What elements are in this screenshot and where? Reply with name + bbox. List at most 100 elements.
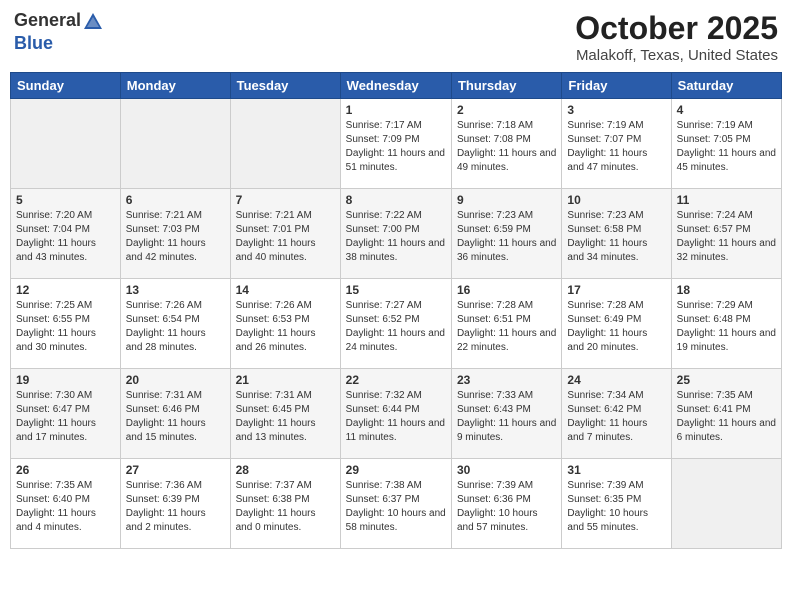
- weekday-header-monday: Monday: [120, 73, 230, 99]
- calendar-cell: 9Sunrise: 7:23 AMSunset: 6:59 PMDaylight…: [451, 189, 561, 279]
- week-row-3: 12Sunrise: 7:25 AMSunset: 6:55 PMDayligh…: [11, 279, 782, 369]
- day-number: 11: [677, 193, 776, 207]
- day-info: Sunrise: 7:37 AMSunset: 6:38 PMDaylight:…: [236, 479, 335, 535]
- calendar-cell: 13 Sunrise: 7:26 AMSunset: 6:54 PMDayligh…: [120, 279, 230, 369]
- day-info: Sunrise: 7:28 AMSunset: 6:51 PMDaylight:…: [457, 299, 556, 355]
- calendar-subtitle: Malakoff, Texas, United States: [575, 47, 778, 64]
- calendar-cell: 23 Sunrise: 7:33 AMSunset: 6:43 PMDayligh…: [451, 369, 561, 459]
- weekday-header-wednesday: Wednesday: [340, 73, 451, 99]
- day-info: Sunrise: 7:23 AMSunset: 6:58 PMDaylight:…: [567, 209, 665, 265]
- day-number: 8: [346, 193, 446, 207]
- day-info: Sunrise: 7:36 AMSunset: 6:39 PMDaylight:…: [126, 479, 225, 535]
- calendar-cell: 29Sunrise: 7:38 AMSunset: 6:37 PMDayligh…: [340, 459, 451, 549]
- calendar-cell: [11, 99, 121, 189]
- calendar-cell: [230, 99, 340, 189]
- week-row-2: 5Sunrise: 7:20 AMSunset: 7:04 PMDaylight…: [11, 189, 782, 279]
- day-info: Sunrise: 7:20 AMSunset: 7:04 PMDaylight:…: [16, 209, 115, 265]
- calendar-cell: 4 Sunrise: 7:19 AMSunset: 7:05 PMDaylight…: [671, 99, 781, 189]
- day-number: 29: [346, 463, 446, 477]
- day-number: 19: [16, 373, 115, 387]
- day-info: Sunrise: 7:39 AMSunset: 6:35 PMDaylight:…: [567, 479, 665, 535]
- calendar-cell: 18 Sunrise: 7:29 AMSunset: 6:48 PMDayligh…: [671, 279, 781, 369]
- calendar-cell: 3 Sunrise: 7:19 AMSunset: 7:07 PMDaylight…: [562, 99, 671, 189]
- day-number: 1: [346, 103, 446, 117]
- title-block: October 2025 Malakoff, Texas, United Sta…: [575, 10, 778, 64]
- weekday-header-thursday: Thursday: [451, 73, 561, 99]
- week-row-5: 26Sunrise: 7:35 AMSunset: 6:40 PMDayligh…: [11, 459, 782, 549]
- weekday-header-row: SundayMondayTuesdayWednesdayThursdayFrid…: [11, 73, 782, 99]
- day-info: Sunrise: 7:31 AMSunset: 6:46 PMDaylight:…: [126, 389, 225, 445]
- calendar-cell: 6Sunrise: 7:21 AMSunset: 7:03 PMDaylight…: [120, 189, 230, 279]
- day-info: Sunrise: 7:34 AMSunset: 6:42 PMDaylight:…: [567, 389, 665, 445]
- day-number: 14: [236, 283, 335, 297]
- day-info: Sunrise: 7:27 AMSunset: 6:52 PMDaylight:…: [346, 299, 446, 355]
- day-number: 4: [677, 103, 776, 117]
- calendar-cell: 16Sunrise: 7:28 AMSunset: 6:51 PMDayligh…: [451, 279, 561, 369]
- day-number: 7: [236, 193, 335, 207]
- day-info: Sunrise: 7:33 AMSunset: 6:43 PMDaylight:…: [457, 389, 556, 445]
- day-info: Sunrise: 7:21 AMSunset: 7:01 PMDaylight:…: [236, 209, 335, 265]
- calendar-cell: [671, 459, 781, 549]
- calendar-cell: 30 Sunrise: 7:39 AMSunset: 6:36 PMDayligh…: [451, 459, 561, 549]
- day-number: 10: [567, 193, 665, 207]
- calendar-cell: 31Sunrise: 7:39 AMSunset: 6:35 PMDayligh…: [562, 459, 671, 549]
- day-number: 6: [126, 193, 225, 207]
- logo-text: General Blue: [14, 10, 105, 54]
- day-info: Sunrise: 7:24 AMSunset: 6:57 PMDaylight:…: [677, 209, 776, 265]
- day-info: Sunrise: 7:19 AMSunset: 7:05 PMDaylight:…: [677, 119, 776, 175]
- day-number: 9: [457, 193, 556, 207]
- day-info: Sunrise: 7:19 AMSunset: 7:07 PMDaylight:…: [567, 119, 665, 175]
- day-number: 25: [677, 373, 776, 387]
- calendar-cell: 10 Sunrise: 7:23 AMSunset: 6:58 PMDayligh…: [562, 189, 671, 279]
- calendar-cell: 8 Sunrise: 7:22 AMSunset: 7:00 PMDaylight…: [340, 189, 451, 279]
- day-info: Sunrise: 7:35 AMSunset: 6:41 PMDaylight:…: [677, 389, 776, 445]
- weekday-header-saturday: Saturday: [671, 73, 781, 99]
- day-number: 28: [236, 463, 335, 477]
- day-number: 24: [567, 373, 665, 387]
- logo-blue: Blue: [14, 33, 53, 53]
- day-info: Sunrise: 7:26 AMSunset: 6:54 PMDaylight:…: [126, 299, 225, 355]
- day-number: 27: [126, 463, 225, 477]
- day-info: Sunrise: 7:28 AMSunset: 6:49 PMDaylight:…: [567, 299, 665, 355]
- day-number: 23: [457, 373, 556, 387]
- day-info: Sunrise: 7:31 AMSunset: 6:45 PMDaylight:…: [236, 389, 335, 445]
- calendar-cell: 14 Sunrise: 7:26 AMSunset: 6:53 PMDayligh…: [230, 279, 340, 369]
- calendar-cell: 25 Sunrise: 7:35 AMSunset: 6:41 PMDayligh…: [671, 369, 781, 459]
- calendar-cell: 15 Sunrise: 7:27 AMSunset: 6:52 PMDayligh…: [340, 279, 451, 369]
- calendar-cell: 11 Sunrise: 7:24 AMSunset: 6:57 PMDayligh…: [671, 189, 781, 279]
- day-number: 18: [677, 283, 776, 297]
- day-info: Sunrise: 7:26 AMSunset: 6:53 PMDaylight:…: [236, 299, 335, 355]
- day-info: Sunrise: 7:29 AMSunset: 6:48 PMDaylight:…: [677, 299, 776, 355]
- weekday-header-tuesday: Tuesday: [230, 73, 340, 99]
- weekday-header-friday: Friday: [562, 73, 671, 99]
- day-number: 30: [457, 463, 556, 477]
- logo: General Blue: [14, 10, 105, 54]
- calendar-cell: 26Sunrise: 7:35 AMSunset: 6:40 PMDayligh…: [11, 459, 121, 549]
- calendar-cell: 28 Sunrise: 7:37 AMSunset: 6:38 PMDayligh…: [230, 459, 340, 549]
- day-number: 3: [567, 103, 665, 117]
- calendar-cell: 20 Sunrise: 7:31 AMSunset: 6:46 PMDayligh…: [120, 369, 230, 459]
- week-row-1: 1Sunrise: 7:17 AMSunset: 7:09 PMDaylight…: [11, 99, 782, 189]
- day-number: 17: [567, 283, 665, 297]
- day-info: Sunrise: 7:32 AMSunset: 6:44 PMDaylight:…: [346, 389, 446, 445]
- day-info: Sunrise: 7:30 AMSunset: 6:47 PMDaylight:…: [16, 389, 115, 445]
- page-header: General Blue October 2025 Malakoff, Texa…: [10, 10, 782, 64]
- day-info: Sunrise: 7:18 AMSunset: 7:08 PMDaylight:…: [457, 119, 556, 175]
- day-info: Sunrise: 7:39 AMSunset: 6:36 PMDaylight:…: [457, 479, 556, 535]
- day-number: 15: [346, 283, 446, 297]
- day-number: 13: [126, 283, 225, 297]
- week-row-4: 19 Sunrise: 7:30 AMSunset: 6:47 PMDayligh…: [11, 369, 782, 459]
- calendar-cell: 1Sunrise: 7:17 AMSunset: 7:09 PMDaylight…: [340, 99, 451, 189]
- logo-general: General: [14, 10, 81, 30]
- day-number: 20: [126, 373, 225, 387]
- weekday-header-sunday: Sunday: [11, 73, 121, 99]
- calendar-cell: 27 Sunrise: 7:36 AMSunset: 6:39 PMDayligh…: [120, 459, 230, 549]
- day-number: 12: [16, 283, 115, 297]
- calendar-cell: 21Sunrise: 7:31 AMSunset: 6:45 PMDayligh…: [230, 369, 340, 459]
- day-number: 22: [346, 373, 446, 387]
- calendar-cell: 24 Sunrise: 7:34 AMSunset: 6:42 PMDayligh…: [562, 369, 671, 459]
- calendar-title: October 2025: [575, 10, 778, 47]
- day-info: Sunrise: 7:22 AMSunset: 7:00 PMDaylight:…: [346, 209, 446, 265]
- calendar-cell: 17 Sunrise: 7:28 AMSunset: 6:49 PMDayligh…: [562, 279, 671, 369]
- logo-icon: [82, 11, 104, 33]
